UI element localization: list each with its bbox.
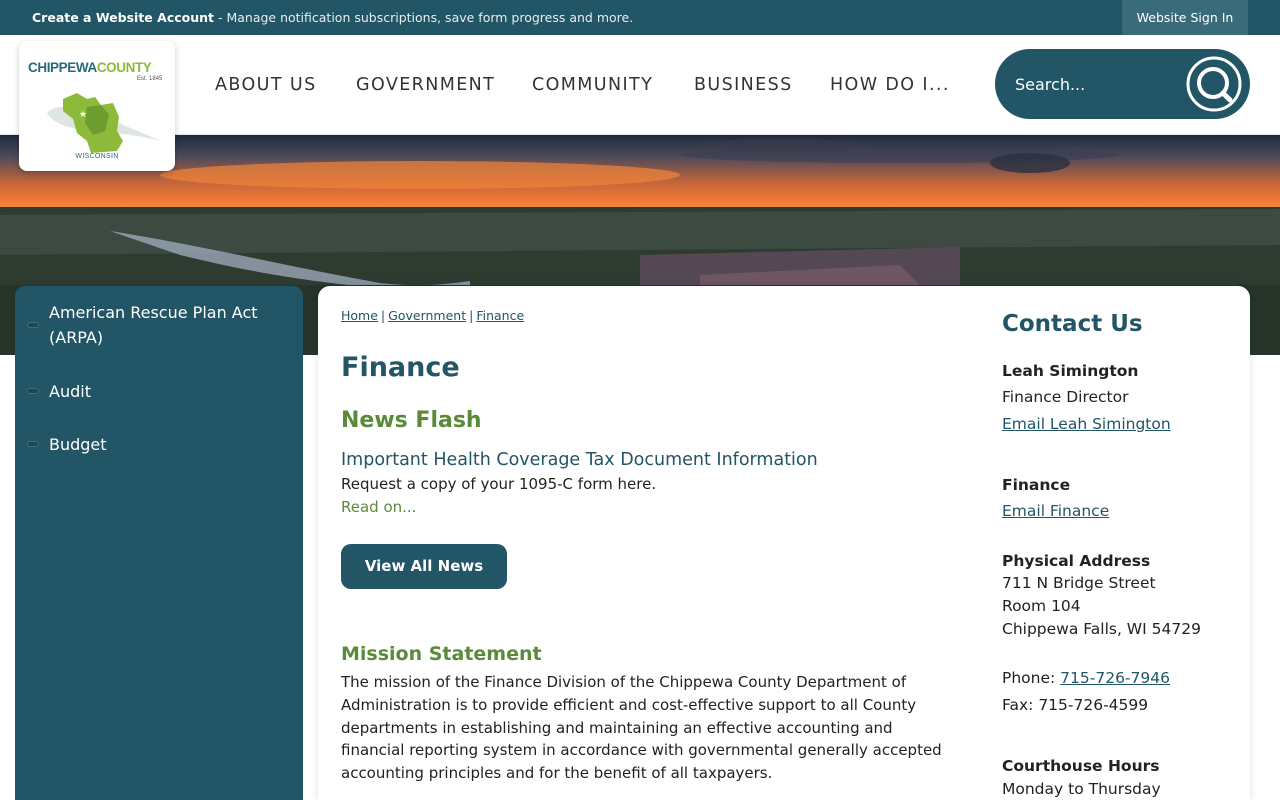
- read-on-link[interactable]: Read on...: [341, 498, 416, 516]
- sidebar-item-label: Audit: [49, 382, 91, 401]
- email-finance-link[interactable]: Email Finance: [1002, 502, 1109, 520]
- sidebar-item-label: American Rescue Plan Act (ARPA): [49, 303, 258, 347]
- address-line-3: Chippewa Falls, WI 54729: [1002, 620, 1201, 638]
- create-account-banner[interactable]: Create a Website Account - Manage notifi…: [32, 0, 633, 35]
- create-account-link[interactable]: Create a Website Account: [32, 10, 214, 25]
- nav-how-do-i[interactable]: HOW DO I...: [830, 35, 950, 135]
- breadcrumb-home-link[interactable]: Home: [341, 308, 378, 323]
- phone-row: Phone: 715-726-7946: [1002, 669, 1170, 687]
- mission-statement-text: The mission of the Finance Division of t…: [341, 673, 942, 783]
- breadcrumb-separator: |: [380, 308, 386, 323]
- sidebar-item-audit[interactable]: Audit: [15, 379, 303, 407]
- sign-in-button[interactable]: Website Sign In: [1122, 0, 1248, 35]
- news-description: Request a copy of your 1095-C form here.: [341, 475, 657, 493]
- fax-row: Fax: 715-726-4599: [1002, 696, 1149, 714]
- nav-government[interactable]: GOVERNMENT: [356, 35, 495, 135]
- bullet-icon: [27, 322, 39, 328]
- logo-state-label: WISCONSIN: [75, 153, 119, 160]
- hours-days: Monday to Thursday: [1002, 780, 1161, 798]
- county-logo[interactable]: CHIPPEWACOUNTY Est. 1845 ★ WISCONSIN: [19, 41, 175, 171]
- news-headline-link[interactable]: Important Health Coverage Tax Document I…: [341, 450, 818, 470]
- news-flash-heading: News Flash: [341, 408, 482, 433]
- address-line-1: 711 N Bridge Street: [1002, 574, 1156, 592]
- search-button[interactable]: [1186, 56, 1242, 112]
- view-all-news-button[interactable]: View All News: [341, 544, 507, 589]
- breadcrumb: Home | Government | Finance: [341, 308, 524, 323]
- bullet-icon: [27, 441, 39, 447]
- phone-link[interactable]: 715-726-7946: [1060, 669, 1170, 687]
- hours-label: Courthouse Hours: [1002, 757, 1160, 775]
- sidebar-item-budget[interactable]: Budget: [15, 432, 303, 460]
- contact-us-heading: Contact Us: [1002, 311, 1143, 337]
- bullet-icon: [27, 388, 39, 394]
- nav-about-us[interactable]: ABOUT US: [215, 35, 317, 135]
- contact-person-role: Finance Director: [1002, 388, 1129, 406]
- mission-statement-heading: Mission Statement: [341, 643, 542, 665]
- phone-label: Phone:: [1002, 669, 1061, 687]
- nav-community[interactable]: COMMUNITY: [532, 35, 653, 135]
- department-email-wrapper: Email Finance: [1002, 502, 1109, 520]
- sidebar-nav: American Rescue Plan Act (ARPA) Audit Bu…: [15, 286, 303, 800]
- breadcrumb-government-link[interactable]: Government: [388, 308, 466, 323]
- address-line-2: Room 104: [1002, 597, 1081, 615]
- search-input[interactable]: [1015, 66, 1175, 102]
- sidebar-item-label: Budget: [49, 435, 107, 454]
- nav-business[interactable]: BUSINESS: [694, 35, 793, 135]
- logo-wordmark: CHIPPEWACOUNTY: [28, 60, 152, 75]
- email-person-link[interactable]: Email Leah Simington: [1002, 415, 1171, 433]
- sidebar-item-arpa[interactable]: American Rescue Plan Act (ARPA): [15, 300, 303, 354]
- search-icon: [1186, 56, 1242, 112]
- create-account-description: - Manage notification subscriptions, sav…: [214, 10, 634, 25]
- breadcrumb-separator: |: [469, 308, 474, 323]
- address-label: Physical Address: [1002, 552, 1151, 570]
- department-name: Finance: [1002, 476, 1071, 494]
- svg-text:★: ★: [79, 110, 87, 120]
- breadcrumb-finance-link[interactable]: Finance: [476, 308, 524, 323]
- contact-person-email-wrapper: Email Leah Simington: [1002, 415, 1171, 433]
- page-title: Finance: [341, 352, 460, 383]
- wisconsin-map-icon: ★: [47, 93, 161, 153]
- contact-person-name: Leah Simington: [1002, 362, 1139, 380]
- top-utility-bar: Create a Website Account - Manage notifi…: [0, 0, 1280, 35]
